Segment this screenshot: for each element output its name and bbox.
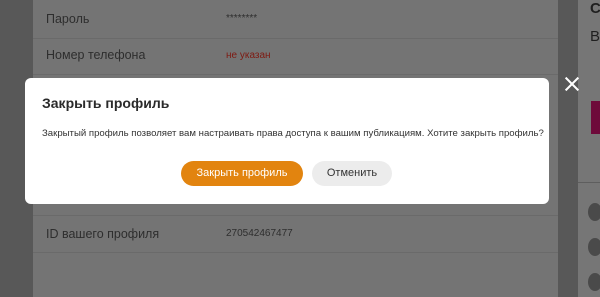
divider — [33, 252, 558, 253]
password-value: ******** — [226, 13, 258, 24]
divider — [33, 215, 558, 216]
avatar[interactable] — [588, 203, 600, 221]
cancel-button[interactable]: Отменить — [312, 161, 392, 186]
close-profile-dialog: Закрыть профиль Закрытый профиль позволя… — [25, 78, 549, 204]
password-label: Пароль — [46, 12, 90, 26]
avatar[interactable] — [588, 238, 600, 256]
right-sidebar-heading: С — [590, 0, 600, 17]
divider — [33, 38, 558, 39]
phone-label: Номер телефона — [46, 48, 146, 62]
dialog-title: Закрыть профиль — [42, 95, 170, 111]
profile-id-label: ID вашего профиля — [46, 227, 160, 241]
close-icon[interactable] — [562, 74, 582, 94]
avatar[interactable] — [588, 273, 600, 291]
divider — [578, 182, 600, 183]
right-sidebar-text: В — [590, 28, 600, 45]
dialog-message: Закрытый профиль позволяет вам настраива… — [42, 128, 544, 139]
profile-id-value: 270542467477 — [226, 228, 293, 239]
phone-value[interactable]: не указан — [226, 50, 271, 61]
close-profile-button[interactable]: Закрыть профиль — [181, 161, 303, 186]
right-sidebar-button[interactable] — [591, 101, 600, 134]
divider — [33, 74, 558, 75]
